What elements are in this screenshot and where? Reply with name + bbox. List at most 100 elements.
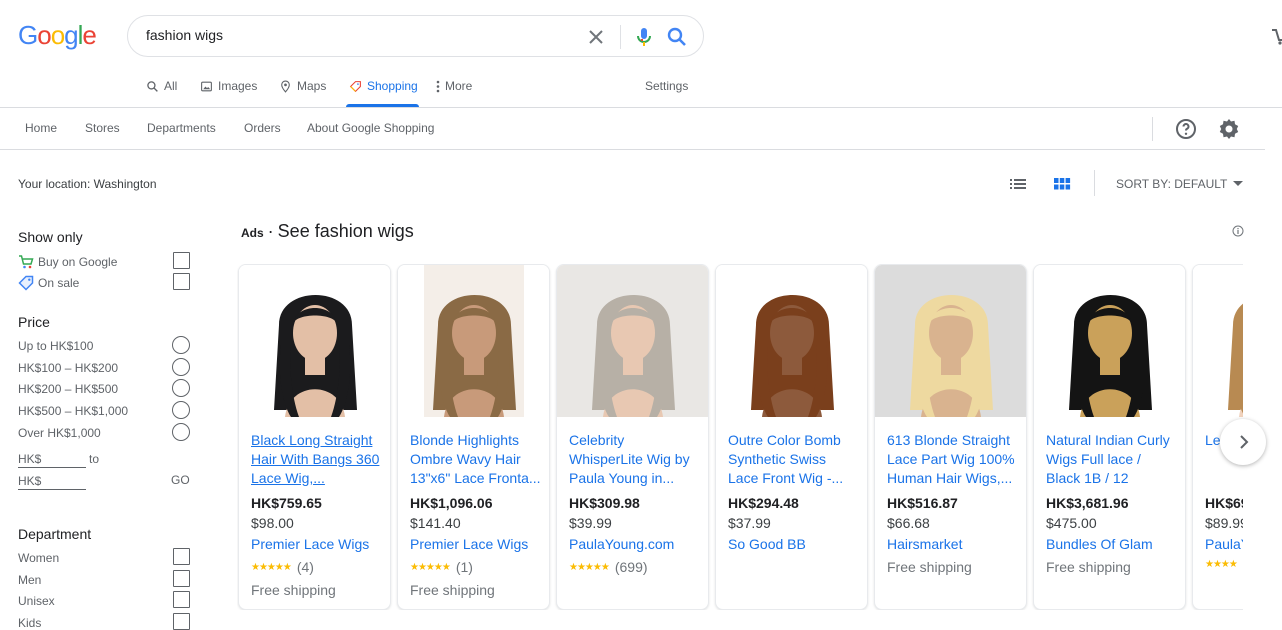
product-title[interactable]: 613 Blonde Straight Lace Part Wig 100% H…	[887, 431, 1019, 488]
tab-settings[interactable]: Settings	[645, 76, 688, 96]
product-card[interactable]: Outre Color Bomb Synthetic Swiss Lace Fr…	[715, 264, 868, 610]
nav-departments[interactable]: Departments	[147, 121, 216, 135]
product-image[interactable]	[1193, 265, 1243, 417]
price-option[interactable]: Over HK$1,000	[18, 423, 190, 443]
more-vert-icon	[436, 80, 440, 92]
help-icon[interactable]	[1174, 117, 1198, 141]
dept-label: Unisex	[18, 594, 55, 608]
logo-letter: o	[50, 20, 66, 50]
price-option[interactable]: HK$200 – HK$500	[18, 379, 190, 399]
product-image[interactable]	[716, 265, 867, 417]
product-title[interactable]: Blonde Highlights Ombre Wavy Hair 13"x6"…	[410, 431, 542, 488]
dept-option[interactable]: Women	[18, 548, 190, 568]
filter-buy-on-google[interactable]: Buy on Google	[18, 252, 190, 272]
product-seller[interactable]: Premier Lace Wigs	[251, 536, 369, 552]
filter-on-sale[interactable]: On sale	[18, 273, 190, 293]
price-go-button[interactable]: GO	[171, 473, 190, 487]
caret-down-icon	[1233, 181, 1244, 186]
checkbox[interactable]	[173, 273, 190, 290]
shopping-cart-icon[interactable]	[1272, 26, 1282, 46]
review-count: (4)	[296, 559, 314, 575]
tab-shopping[interactable]: Shopping	[349, 76, 418, 96]
star-rating-icon: ★★★★★	[410, 561, 451, 573]
image-icon	[201, 81, 212, 91]
logo-letter: e	[82, 20, 97, 50]
radio[interactable]	[172, 401, 190, 419]
tab-label: Maps	[297, 79, 327, 93]
max-price-input[interactable]: HK$	[18, 472, 86, 490]
product-title[interactable]: Natural Indian Curly Wigs Full lace / Bl…	[1046, 431, 1178, 488]
product-image[interactable]	[398, 265, 549, 417]
checkbox[interactable]	[173, 252, 190, 269]
product-seller[interactable]: PaulaYoung.com	[569, 536, 674, 552]
dept-option[interactable]: Unisex	[18, 591, 190, 611]
price-option[interactable]: Up to HK$100	[18, 336, 190, 356]
checkbox[interactable]	[173, 591, 190, 608]
checkbox[interactable]	[173, 548, 190, 565]
product-rating: ★★★★★ (699)	[569, 559, 648, 575]
price-option[interactable]: HK$100 – HK$200	[18, 358, 190, 378]
logo-letter: g	[64, 20, 79, 50]
product-seller[interactable]: Hairsmarket	[887, 536, 962, 552]
product-card[interactable]: 613 Blonde Straight Lace Part Wig 100% H…	[874, 264, 1027, 610]
product-image[interactable]	[557, 265, 708, 417]
product-carousel: Black Long Straight Hair With Bangs 360 …	[237, 264, 1243, 610]
info-icon[interactable]	[1232, 225, 1244, 237]
dept-label: Women	[18, 551, 60, 565]
search-box[interactable]: fashion wigs	[127, 15, 704, 57]
product-rating: ★★★★★ (1)	[410, 559, 473, 575]
nav-stores[interactable]: Stores	[85, 121, 120, 135]
ads-heading: Ads · See fashion wigs	[241, 221, 414, 242]
show-only-heading: Show only	[18, 229, 83, 245]
product-seller[interactable]: Bundles Of Glam	[1046, 536, 1153, 552]
tab-maps[interactable]: Maps	[279, 76, 326, 96]
product-card[interactable]: Celebrity WhisperLite Wig by Paula Young…	[556, 264, 709, 610]
product-price: HK$294.48	[728, 495, 799, 511]
gear-icon[interactable]	[1217, 117, 1241, 141]
product-seller[interactable]: So Good BB	[728, 536, 806, 552]
filter-label: Buy on Google	[38, 255, 118, 269]
search-icon[interactable]	[665, 25, 689, 49]
product-price: HK$309.98	[569, 495, 640, 511]
product-image[interactable]	[239, 265, 390, 417]
sort-dropdown[interactable]: SORT BY: DEFAULT	[1116, 177, 1244, 191]
product-rating: ★★★★★ (4)	[251, 559, 314, 575]
list-view-icon[interactable]	[1008, 174, 1028, 194]
radio[interactable]	[172, 336, 190, 354]
tab-more[interactable]: More	[436, 76, 472, 96]
product-card[interactable]: Natural Indian Curly Wigs Full lace / Bl…	[1033, 264, 1186, 610]
nav-home[interactable]: Home	[25, 121, 57, 135]
nav-orders[interactable]: Orders	[244, 121, 281, 135]
product-seller[interactable]: PaulaY...	[1205, 536, 1243, 552]
product-title[interactable]: Celebrity WhisperLite Wig by Paula Young…	[569, 431, 701, 488]
price-option[interactable]: HK$500 – HK$1,000	[18, 401, 190, 421]
price-to-label: to	[89, 452, 100, 466]
product-original-price: $66.68	[887, 515, 930, 531]
grid-view-icon[interactable]	[1052, 174, 1072, 194]
radio[interactable]	[172, 358, 190, 376]
close-icon[interactable]	[584, 25, 608, 49]
microphone-icon[interactable]	[632, 25, 656, 49]
price-label: HK$100 – HK$200	[18, 361, 119, 375]
product-image[interactable]	[875, 265, 1026, 417]
checkbox[interactable]	[173, 613, 190, 630]
product-card[interactable]: Blonde Highlights Ombre Wavy Hair 13"x6"…	[397, 264, 550, 610]
tab-all[interactable]: All	[146, 76, 177, 96]
product-seller[interactable]: Premier Lace Wigs	[410, 536, 528, 552]
google-logo[interactable]: Google	[18, 20, 97, 52]
min-price-input[interactable]: HK$	[18, 450, 86, 468]
sort-label: SORT BY: DEFAULT	[1116, 177, 1228, 191]
radio[interactable]	[172, 423, 190, 441]
nav-about[interactable]: About Google Shopping	[307, 121, 434, 135]
product-title[interactable]: Outre Color Bomb Synthetic Swiss Lace Fr…	[728, 431, 860, 488]
radio[interactable]	[172, 379, 190, 397]
product-title[interactable]: Black Long Straight Hair With Bangs 360 …	[251, 431, 383, 488]
dept-option[interactable]: Men	[18, 570, 190, 590]
search-input[interactable]: fashion wigs	[146, 27, 223, 43]
checkbox[interactable]	[173, 570, 190, 587]
product-card[interactable]: Black Long Straight Hair With Bangs 360 …	[238, 264, 391, 610]
product-image[interactable]	[1034, 265, 1185, 417]
dept-option[interactable]: Kids	[18, 613, 190, 630]
tab-images[interactable]: Images	[200, 76, 257, 96]
carousel-next-button[interactable]	[1220, 419, 1266, 465]
